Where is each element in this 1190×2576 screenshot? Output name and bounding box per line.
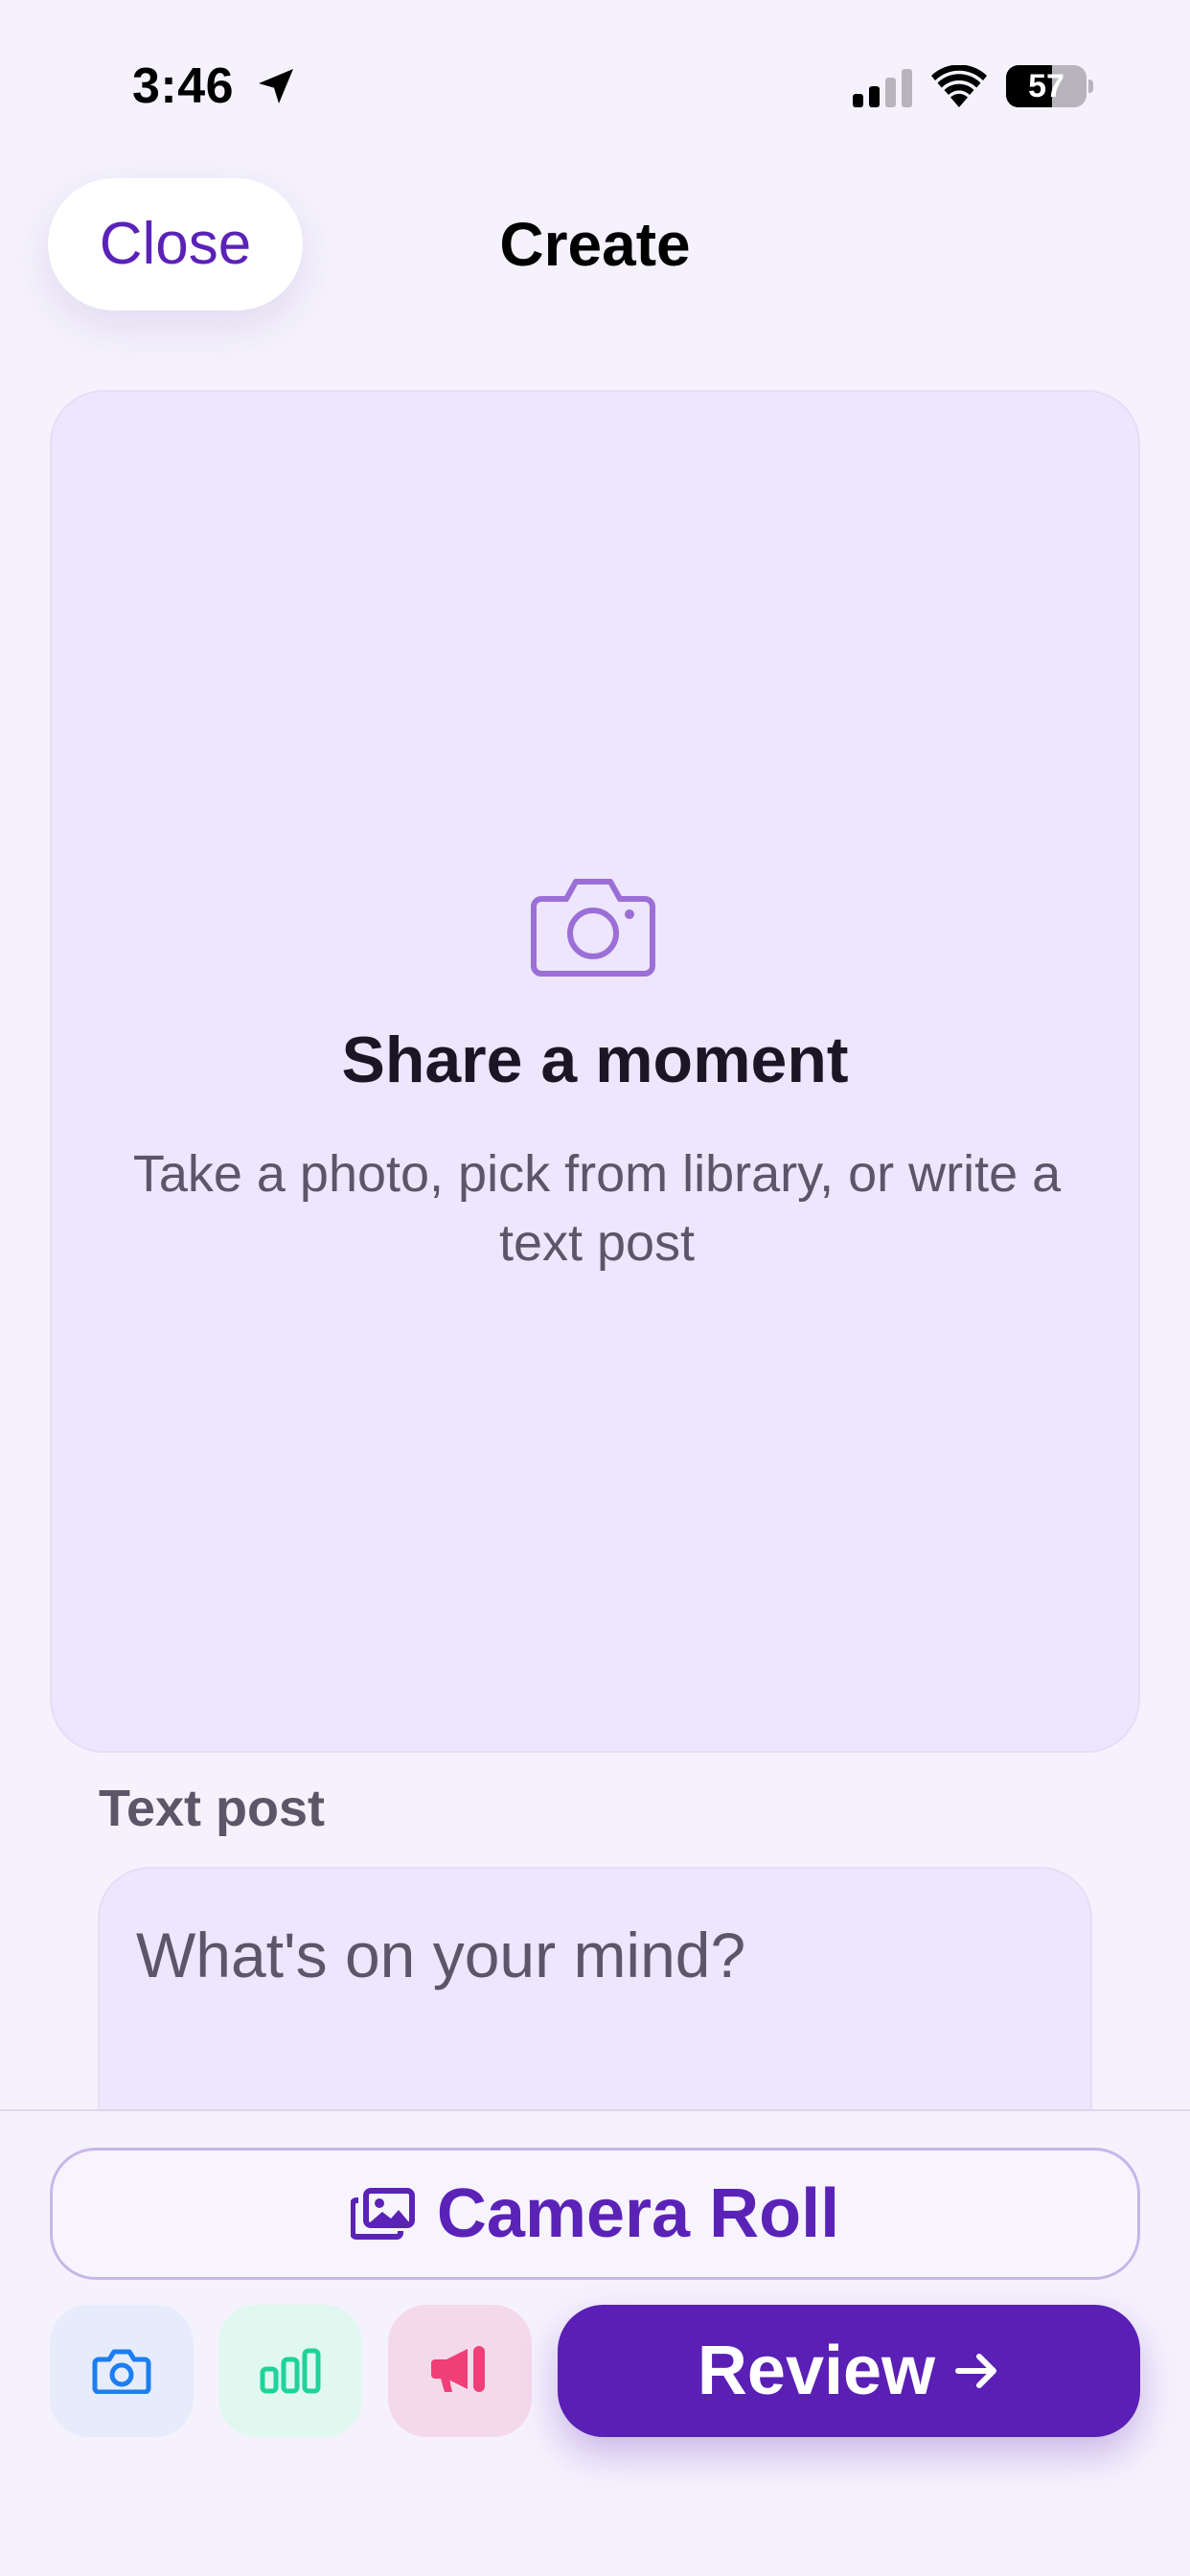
review-label: Review <box>697 2333 936 2409</box>
card-subtitle: Take a photo, pick from library, or writ… <box>132 1145 1062 1272</box>
text-post-input[interactable] <box>136 1919 1056 2072</box>
photos-icon <box>350 2188 415 2240</box>
text-post-label: Text post <box>99 1780 326 1837</box>
battery-body: 57 <box>1006 65 1087 107</box>
battery-cap <box>1088 80 1093 93</box>
media-picker-card[interactable]: Share a moment Take a photo, pick from l… <box>50 390 1140 1753</box>
bar-chart-icon <box>260 2348 321 2394</box>
megaphone-icon <box>431 2346 485 2392</box>
page-title: Create <box>499 210 691 279</box>
card-title: Share a moment <box>341 1024 849 1096</box>
camera-roll-button[interactable]: Camera Roll <box>50 2148 1140 2280</box>
camera-roll-label: Camera Roll <box>436 2175 840 2252</box>
battery-icon: 57 <box>1006 65 1093 107</box>
camera-icon <box>531 879 655 977</box>
announcement-button[interactable] <box>388 2305 532 2437</box>
cellular-signal-icon <box>853 69 912 107</box>
location-arrow-icon <box>259 69 293 104</box>
status-time: 3:46 <box>132 58 235 114</box>
text-post-field <box>98 1867 1092 2116</box>
review-button[interactable]: Review <box>558 2305 1140 2437</box>
create-post-screen: 3:46 57 Close Create Share a moment Take… <box>0 0 1190 2576</box>
wifi-icon <box>931 65 987 107</box>
camera-icon <box>92 2349 151 2394</box>
arrow-right-icon <box>955 2354 997 2388</box>
close-button[interactable]: Close <box>48 178 303 310</box>
battery-percentage: 57 <box>1028 68 1064 104</box>
create-poll-button[interactable] <box>218 2305 362 2437</box>
take-photo-button[interactable] <box>50 2305 194 2437</box>
bottom-action-bar: Camera Roll Review <box>0 2109 1190 2576</box>
status-bar: 3:46 57 <box>0 0 1190 144</box>
